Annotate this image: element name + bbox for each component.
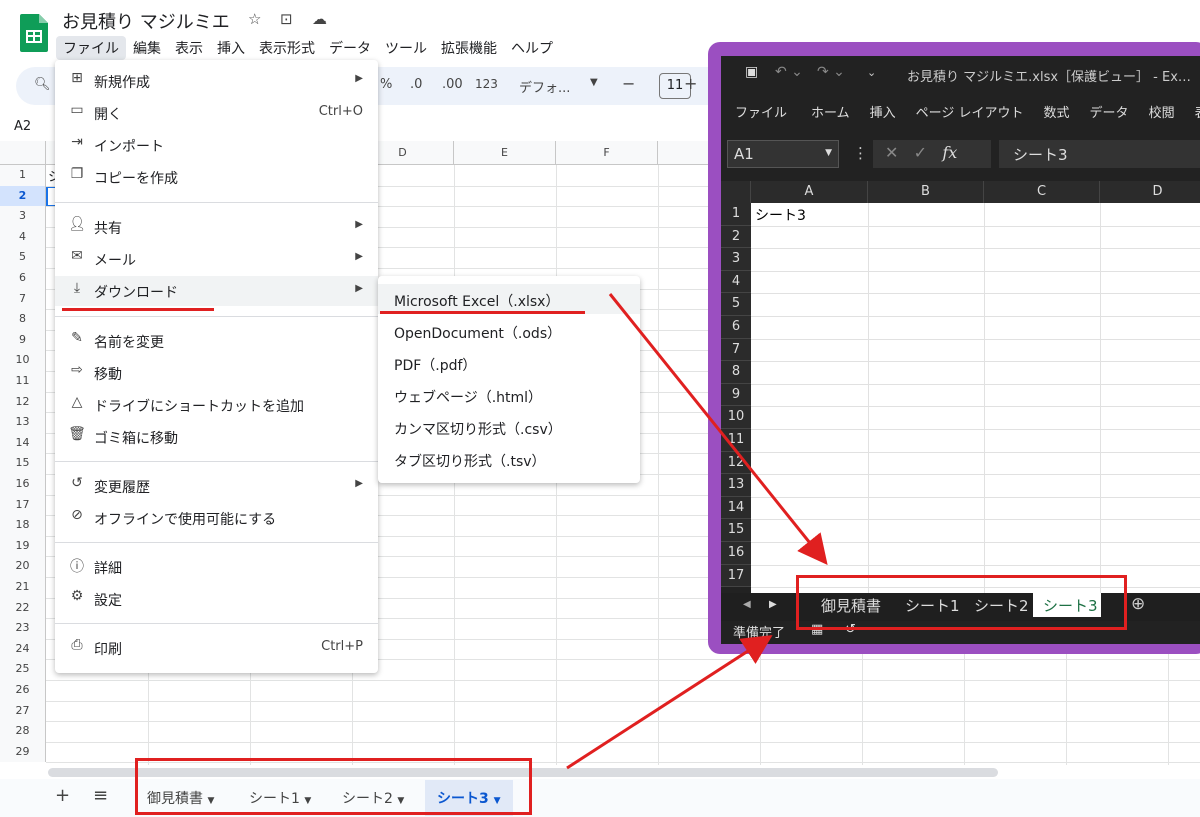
arrow-to-excel-from-sheets [566, 635, 773, 770]
arrow-to-excel-tabs [608, 293, 828, 566]
annotation-arrows [566, 293, 828, 770]
